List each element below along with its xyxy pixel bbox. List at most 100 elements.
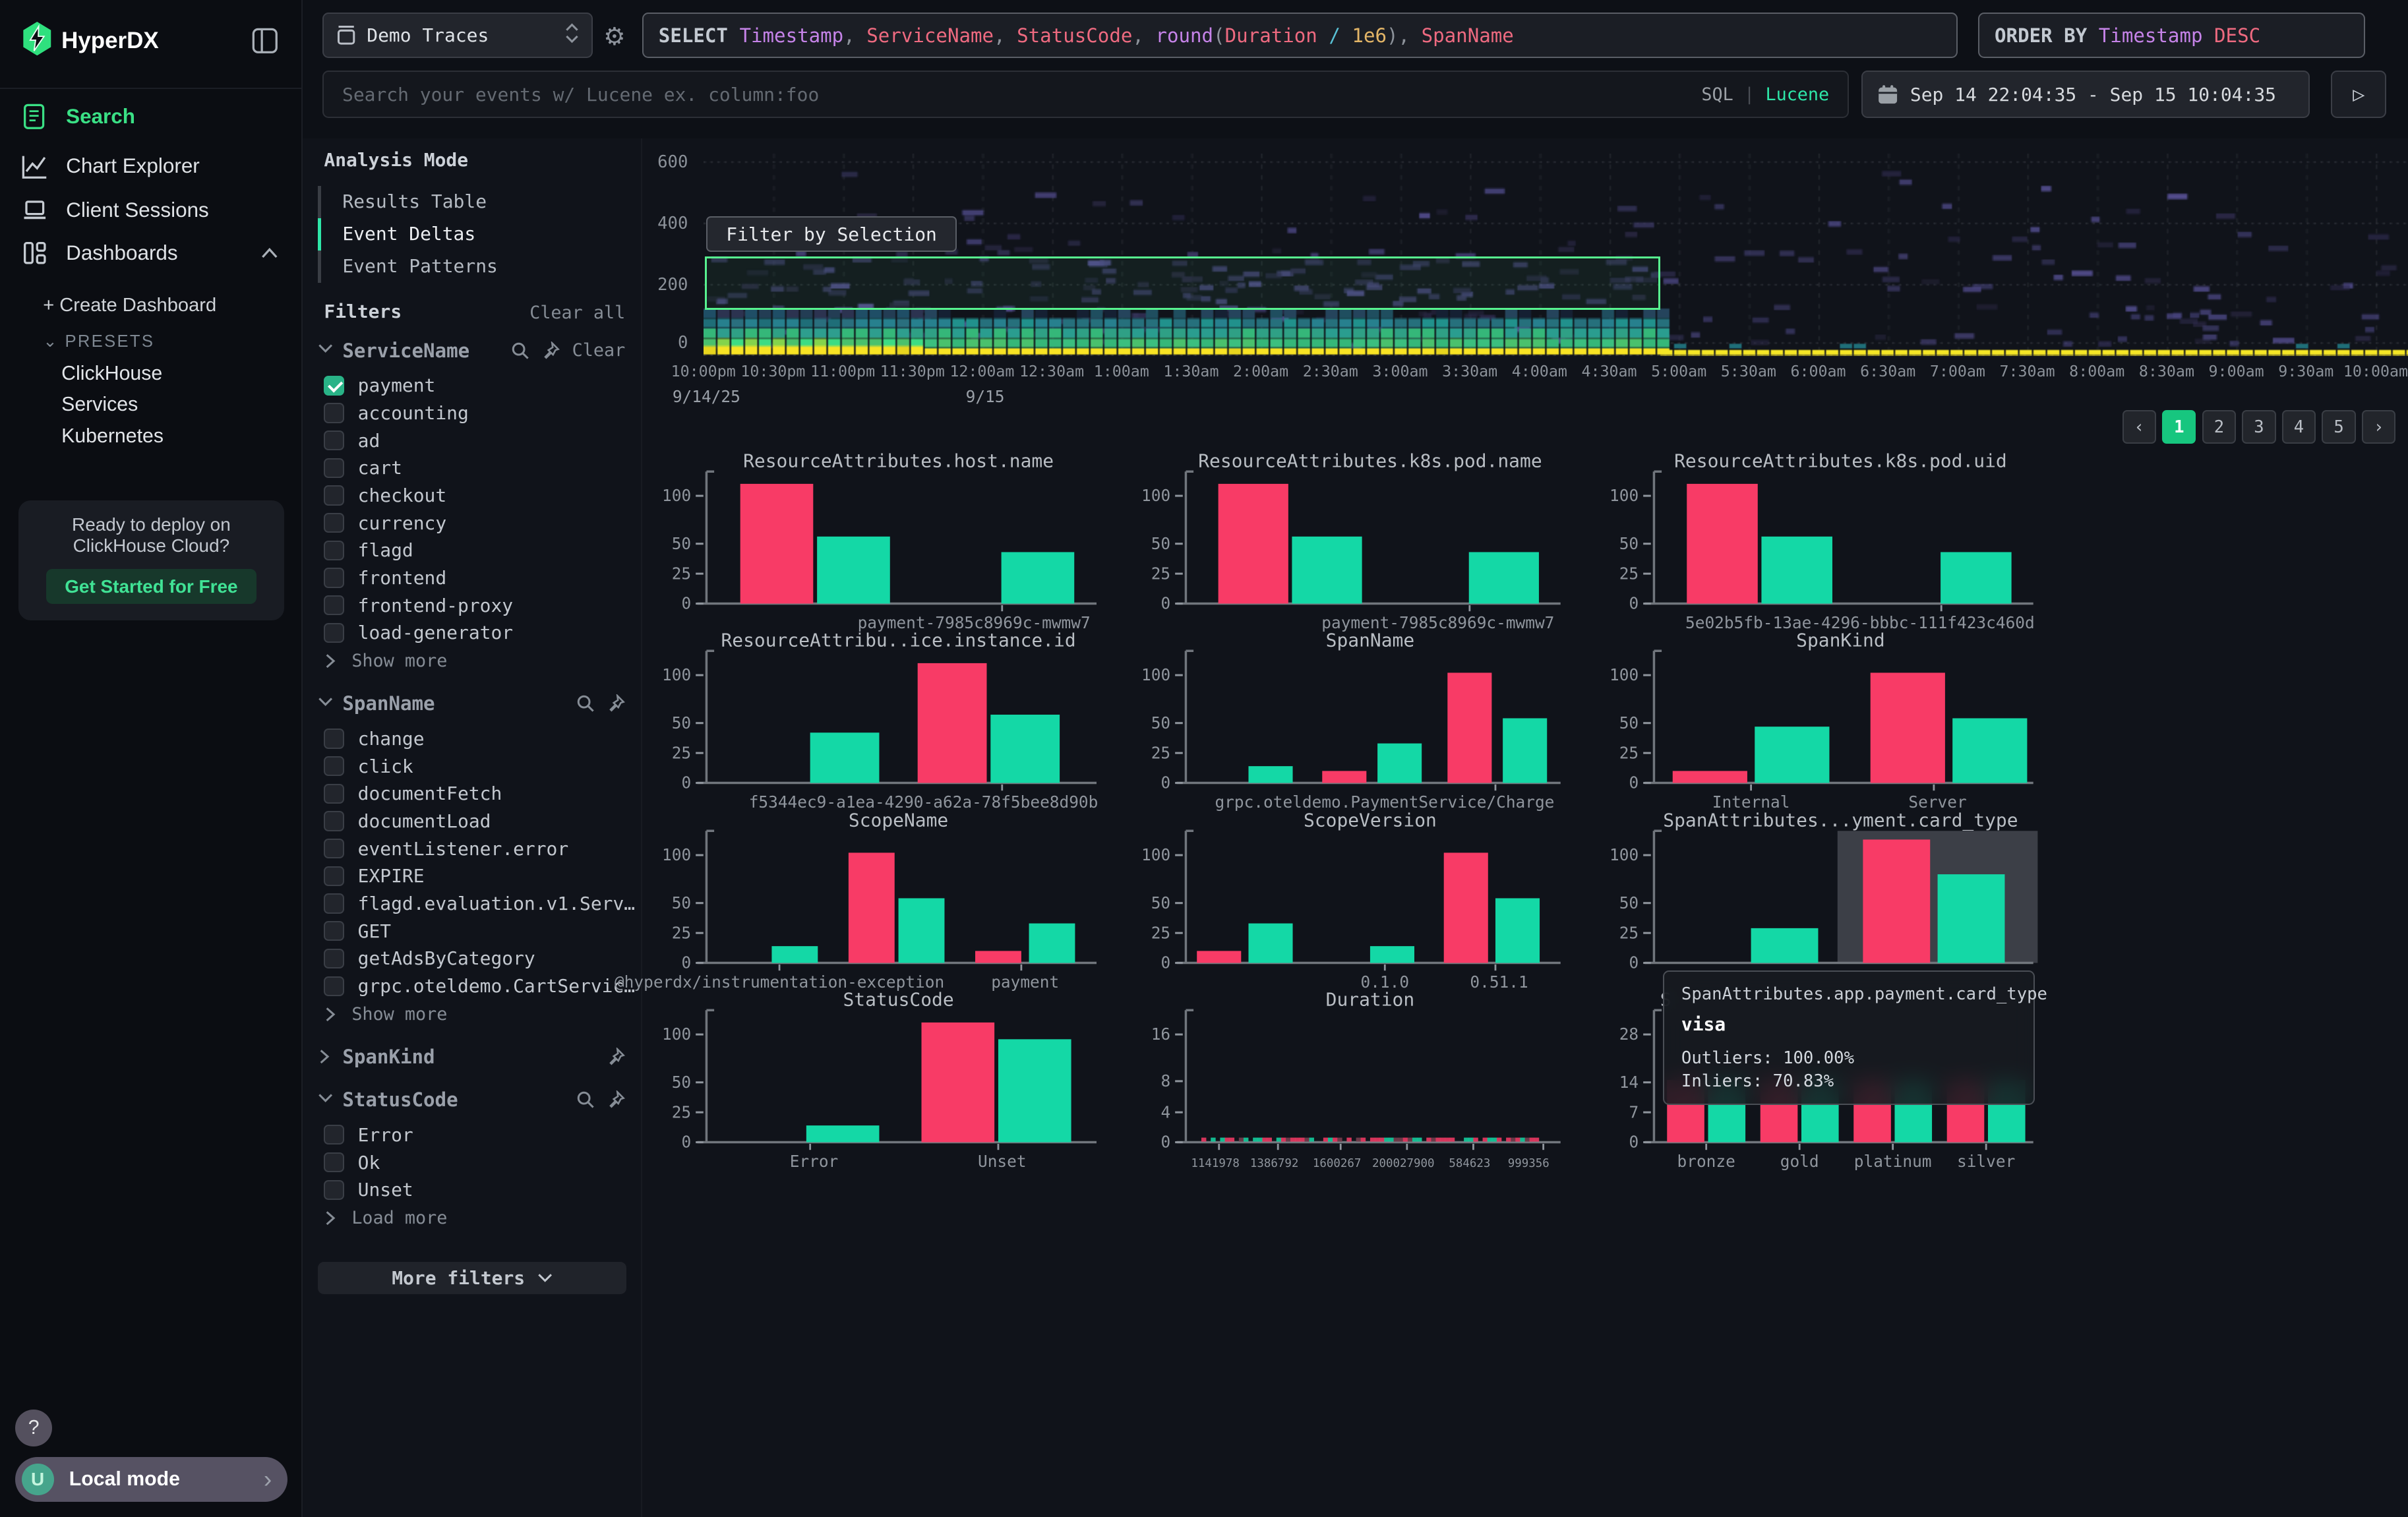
filter-group-statuscode[interactable]: StatusCode <box>318 1088 625 1111</box>
page-button-4[interactable]: 4 <box>2282 410 2316 444</box>
chart-spankind[interactable]: SpanKind02550100InternalServer <box>1577 626 2058 826</box>
chart-resourceattribu-ice-instance-id[interactable]: ResourceAttribu..ice.instance.id02550100… <box>630 626 1121 826</box>
page-prev-button[interactable]: ‹ <box>2122 410 2156 444</box>
checkbox[interactable] <box>324 513 344 533</box>
checkbox[interactable] <box>324 431 344 450</box>
checkbox[interactable] <box>324 976 344 996</box>
filter-by-selection-button[interactable]: Filter by Selection <box>706 216 956 252</box>
heatmap-selection[interactable] <box>705 256 1660 311</box>
pin-icon[interactable] <box>541 342 560 360</box>
query-language-toggle[interactable]: SQL | Lucene <box>1701 84 1829 105</box>
source-select[interactable]: Demo Traces <box>322 13 593 59</box>
filter-option-load-generator[interactable]: load-generator <box>324 622 513 643</box>
checkbox[interactable] <box>324 893 344 913</box>
filter-option-flagd[interactable]: flagd <box>324 539 413 561</box>
pin-icon[interactable] <box>607 1090 625 1109</box>
time-range-picker[interactable]: Sep 14 22:04:35 - Sep 15 10:04:35 <box>1861 71 2310 118</box>
gear-icon[interactable]: ⚙ <box>603 22 625 51</box>
filter-option-ad[interactable]: ad <box>324 430 380 452</box>
checkbox[interactable] <box>324 485 344 505</box>
filter-option-get[interactable]: GET <box>324 920 391 942</box>
page-next-button[interactable]: › <box>2362 410 2395 444</box>
load-more-link[interactable]: Load more <box>324 1208 447 1228</box>
checkbox[interactable] <box>324 729 344 748</box>
sidebar-item-chart-explorer[interactable]: Chart Explorer <box>0 148 303 185</box>
analysis-mode-event-patterns[interactable]: Event Patterns <box>342 255 497 277</box>
checkbox[interactable] <box>324 1125 344 1145</box>
filter-option-checkout[interactable]: checkout <box>324 485 446 506</box>
filter-group-spankind[interactable]: SpanKind <box>318 1046 625 1068</box>
filter-option-unset[interactable]: Unset <box>324 1179 413 1201</box>
filter-group-spanname[interactable]: SpanName <box>318 692 625 715</box>
page-button-3[interactable]: 3 <box>2242 410 2275 444</box>
chart-spanname[interactable]: SpanName02550100grpc.oteldemo.PaymentSer… <box>1109 626 1585 826</box>
search-icon[interactable] <box>576 694 595 713</box>
filter-option-flagd-evaluation-v1-serv-[interactable]: flagd.evaluation.v1.Serv… <box>324 893 635 914</box>
pin-icon[interactable] <box>607 694 625 713</box>
order-by-editor[interactable]: ORDER BY Timestamp DESC <box>1978 13 2365 59</box>
get-started-button[interactable]: Get Started for Free <box>46 569 256 605</box>
checkbox[interactable] <box>324 458 344 478</box>
checkbox[interactable] <box>324 541 344 560</box>
clear-all-link[interactable]: Clear all <box>529 303 625 323</box>
lang-sql[interactable]: SQL <box>1701 84 1733 105</box>
filter-option-grpc-oteldemo-cartservic-[interactable]: grpc.oteldemo.CartServic… <box>324 975 635 997</box>
filter-option-documentfetch[interactable]: documentFetch <box>324 783 502 804</box>
checkbox[interactable] <box>324 839 344 858</box>
checkbox[interactable] <box>324 623 344 643</box>
sidebar-preset-services[interactable]: Services <box>61 394 138 416</box>
checkbox[interactable] <box>324 921 344 941</box>
page-button-5[interactable]: 5 <box>2322 410 2355 444</box>
checkbox[interactable] <box>324 1152 344 1172</box>
filter-option-payment[interactable]: payment <box>324 374 435 396</box>
filter-option-eventlistener-error[interactable]: eventListener.error <box>324 838 568 860</box>
checkbox[interactable] <box>324 595 344 615</box>
filter-option-ok[interactable]: Ok <box>324 1152 380 1174</box>
filter-option-click[interactable]: click <box>324 756 413 777</box>
checkbox[interactable] <box>324 784 344 804</box>
filter-option-error[interactable]: Error <box>324 1124 413 1146</box>
analysis-mode-event-deltas[interactable]: Event Deltas <box>342 223 475 245</box>
filter-option-frontend[interactable]: frontend <box>324 567 446 589</box>
page-button-2[interactable]: 2 <box>2202 410 2236 444</box>
sidebar-item-search[interactable]: Search <box>0 98 303 135</box>
sidebar-preset-clickhouse[interactable]: ClickHouse <box>61 363 162 385</box>
show-more-link[interactable]: Show more <box>324 651 447 671</box>
checkbox[interactable] <box>324 949 344 968</box>
presets-toggle[interactable]: ⌄ PRESETS <box>43 332 154 351</box>
filter-option-cart[interactable]: cart <box>324 457 402 479</box>
lang-lucene[interactable]: Lucene <box>1765 84 1829 105</box>
chart-duration[interactable]: Duration04816114197813867921600267200027… <box>1109 986 1585 1185</box>
chart-resourceattributes-host-name[interactable]: ResourceAttributes.host.name02550100paym… <box>630 447 1121 647</box>
sidebar-item-client-sessions[interactable]: Client Sessions <box>0 192 303 229</box>
checkbox[interactable] <box>324 376 344 396</box>
checkbox[interactable] <box>324 1180 344 1200</box>
analysis-mode-results-table[interactable]: Results Table <box>342 191 487 212</box>
search-icon[interactable] <box>576 1090 595 1109</box>
search-icon[interactable] <box>511 342 529 360</box>
chart-statuscode[interactable]: StatusCode02550100ErrorUnset <box>630 986 1121 1185</box>
more-filters-button[interactable]: More filters <box>318 1262 626 1294</box>
pin-icon[interactable] <box>607 1048 625 1066</box>
clear-link[interactable]: Clear <box>572 340 626 361</box>
chart-resourceattributes-k8s-pod-name[interactable]: ResourceAttributes.k8s.pod.name02550100p… <box>1109 447 1585 647</box>
checkbox[interactable] <box>324 403 344 423</box>
collapse-sidebar-icon[interactable] <box>252 28 278 60</box>
filter-option-getadsbycategory[interactable]: getAdsByCategory <box>324 947 535 969</box>
chart-scopename[interactable]: ScopeName02550100@hyperdx/instrumentatio… <box>630 806 1121 1006</box>
filter-option-change[interactable]: change <box>324 728 424 750</box>
filter-option-expire[interactable]: EXPIRE <box>324 865 424 887</box>
page-button-1[interactable]: 1 <box>2162 410 2196 444</box>
user-menu[interactable]: U Local mode › <box>15 1457 287 1502</box>
filter-option-documentload[interactable]: documentLoad <box>324 810 491 832</box>
help-button[interactable]: ? <box>15 1410 52 1446</box>
chart-scopeversion[interactable]: ScopeVersion025501000.1.00.51.1 <box>1109 806 1585 1006</box>
filter-option-currency[interactable]: currency <box>324 512 446 534</box>
chart-resourceattributes-k8s-pod-uid[interactable]: ResourceAttributes.k8s.pod.uid025501005e… <box>1577 447 2058 647</box>
run-query-button[interactable]: ▷ <box>2331 71 2386 118</box>
show-more-link[interactable]: Show more <box>324 1004 447 1025</box>
filter-option-frontend-proxy[interactable]: frontend-proxy <box>324 595 513 616</box>
checkbox[interactable] <box>324 811 344 831</box>
create-dashboard-button[interactable]: + Create Dashboard <box>43 295 216 316</box>
checkbox[interactable] <box>324 568 344 587</box>
